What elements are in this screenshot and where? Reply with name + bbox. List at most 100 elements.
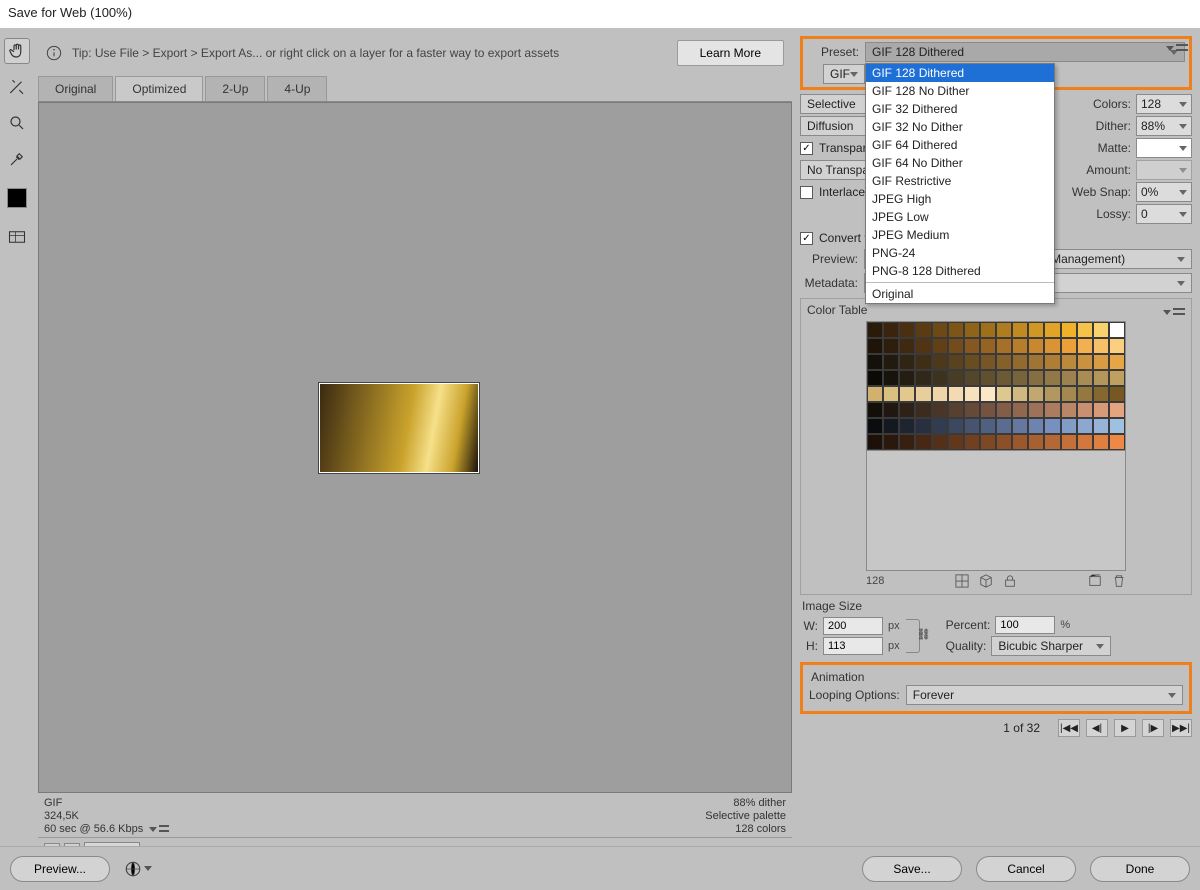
color-swatch[interactable]: [1093, 402, 1109, 418]
cancel-button[interactable]: Cancel: [976, 856, 1076, 882]
color-swatch[interactable]: [996, 386, 1012, 402]
color-swatch[interactable]: [1028, 386, 1044, 402]
color-swatch[interactable]: [899, 322, 915, 338]
color-swatch[interactable]: [1093, 370, 1109, 386]
color-swatch[interactable]: [883, 354, 899, 370]
color-swatch[interactable]: [867, 418, 883, 434]
color-swatch[interactable]: [1044, 338, 1060, 354]
color-swatch[interactable]: [1093, 354, 1109, 370]
color-swatch[interactable]: [1109, 370, 1125, 386]
first-frame-button[interactable]: |◀◀: [1058, 719, 1080, 737]
color-swatch[interactable]: [915, 322, 931, 338]
color-swatch[interactable]: [1077, 434, 1093, 450]
color-swatch[interactable]: [1044, 322, 1060, 338]
color-swatch[interactable]: [1109, 402, 1125, 418]
height-input[interactable]: [823, 637, 883, 655]
color-swatch[interactable]: [1061, 418, 1077, 434]
color-swatch[interactable]: [948, 322, 964, 338]
learn-more-button[interactable]: Learn More: [677, 40, 784, 66]
color-swatch[interactable]: [1044, 370, 1060, 386]
color-swatch[interactable]: [948, 402, 964, 418]
color-swatch[interactable]: [996, 322, 1012, 338]
color-swatch[interactable]: [883, 402, 899, 418]
color-swatch[interactable]: [1077, 322, 1093, 338]
color-swatch[interactable]: [980, 434, 996, 450]
color-swatch[interactable]: [932, 322, 948, 338]
format-dropdown[interactable]: GIF: [823, 64, 865, 84]
color-swatch[interactable]: [932, 386, 948, 402]
ct-new-icon[interactable]: [1088, 574, 1102, 588]
color-swatch[interactable]: [1061, 354, 1077, 370]
color-swatch[interactable]: [867, 354, 883, 370]
color-swatch[interactable]: [915, 338, 931, 354]
color-swatch[interactable]: [1061, 386, 1077, 402]
websnap-field[interactable]: 0%: [1136, 182, 1192, 202]
color-swatch[interactable]: [883, 418, 899, 434]
color-swatch[interactable]: [932, 338, 948, 354]
color-swatch[interactable]: [1044, 434, 1060, 450]
color-swatch[interactable]: [948, 434, 964, 450]
color-swatch[interactable]: [980, 386, 996, 402]
color-swatch[interactable]: [883, 370, 899, 386]
slice-tool[interactable]: [4, 74, 30, 100]
color-swatch[interactable]: [980, 322, 996, 338]
preset-option[interactable]: JPEG Low: [866, 208, 1054, 226]
preset-option[interactable]: PNG-24: [866, 244, 1054, 262]
preview-canvas[interactable]: [38, 102, 792, 793]
eyedropper-tool[interactable]: [4, 146, 30, 172]
color-swatch[interactable]: [1061, 434, 1077, 450]
ct-pick-icon[interactable]: [955, 574, 969, 588]
color-swatch[interactable]: [899, 418, 915, 434]
color-swatch[interactable]: [915, 386, 931, 402]
zoom-tool[interactable]: [4, 110, 30, 136]
dither-field[interactable]: 88%: [1136, 116, 1192, 136]
color-swatch[interactable]: [996, 338, 1012, 354]
color-swatch[interactable]: [1093, 434, 1109, 450]
color-swatch[interactable]: [1109, 418, 1125, 434]
color-swatch[interactable]: [1061, 370, 1077, 386]
color-swatch[interactable]: [915, 370, 931, 386]
color-swatch[interactable]: [1028, 338, 1044, 354]
color-swatch[interactable]: [867, 386, 883, 402]
color-swatch[interactable]: [1028, 322, 1044, 338]
color-swatch[interactable]: [867, 402, 883, 418]
color-swatch[interactable]: [1093, 322, 1109, 338]
ct-lock-icon[interactable]: [1003, 574, 1017, 588]
preset-option[interactable]: JPEG High: [866, 190, 1054, 208]
color-swatch[interactable]: [1012, 322, 1028, 338]
color-swatch[interactable]: [1109, 322, 1125, 338]
preset-option[interactable]: Original: [866, 285, 1054, 303]
color-swatch[interactable]: [915, 354, 931, 370]
color-swatch[interactable]: [867, 434, 883, 450]
preset-option[interactable]: GIF 128 Dithered: [866, 64, 1054, 82]
color-swatch[interactable]: [1077, 370, 1093, 386]
color-swatch[interactable]: [915, 402, 931, 418]
preset-option[interactable]: GIF 128 No Dither: [866, 82, 1054, 100]
color-swatch[interactable]: [948, 418, 964, 434]
color-table-flyout[interactable]: [1163, 303, 1185, 321]
color-swatch[interactable]: [996, 402, 1012, 418]
color-swatch[interactable]: [1109, 434, 1125, 450]
looping-dropdown[interactable]: Forever: [906, 685, 1183, 705]
preset-option[interactable]: PNG-8 128 Dithered: [866, 262, 1054, 280]
color-swatch[interactable]: [1012, 386, 1028, 402]
color-swatch[interactable]: [980, 402, 996, 418]
color-swatch[interactable]: [1028, 370, 1044, 386]
color-swatch[interactable]: [932, 402, 948, 418]
color-swatch[interactable]: [1109, 386, 1125, 402]
preview-button[interactable]: Preview...: [10, 856, 110, 882]
color-swatch[interactable]: [980, 354, 996, 370]
color-swatch[interactable]: [1028, 418, 1044, 434]
browser-preview-icon[interactable]: [124, 860, 152, 878]
color-swatch[interactable]: [964, 402, 980, 418]
color-swatch[interactable]: [996, 434, 1012, 450]
preset-option[interactable]: GIF 64 Dithered: [866, 136, 1054, 154]
color-swatch[interactable]: [1077, 354, 1093, 370]
color-swatch[interactable]: [964, 434, 980, 450]
prev-frame-button[interactable]: ◀|: [1086, 719, 1108, 737]
percent-input[interactable]: [995, 616, 1055, 634]
color-swatch[interactable]: [1061, 402, 1077, 418]
constrain-proportions-icon[interactable]: [906, 619, 920, 653]
convert-srgb-checkbox[interactable]: [800, 232, 813, 245]
color-swatch[interactable]: [948, 354, 964, 370]
